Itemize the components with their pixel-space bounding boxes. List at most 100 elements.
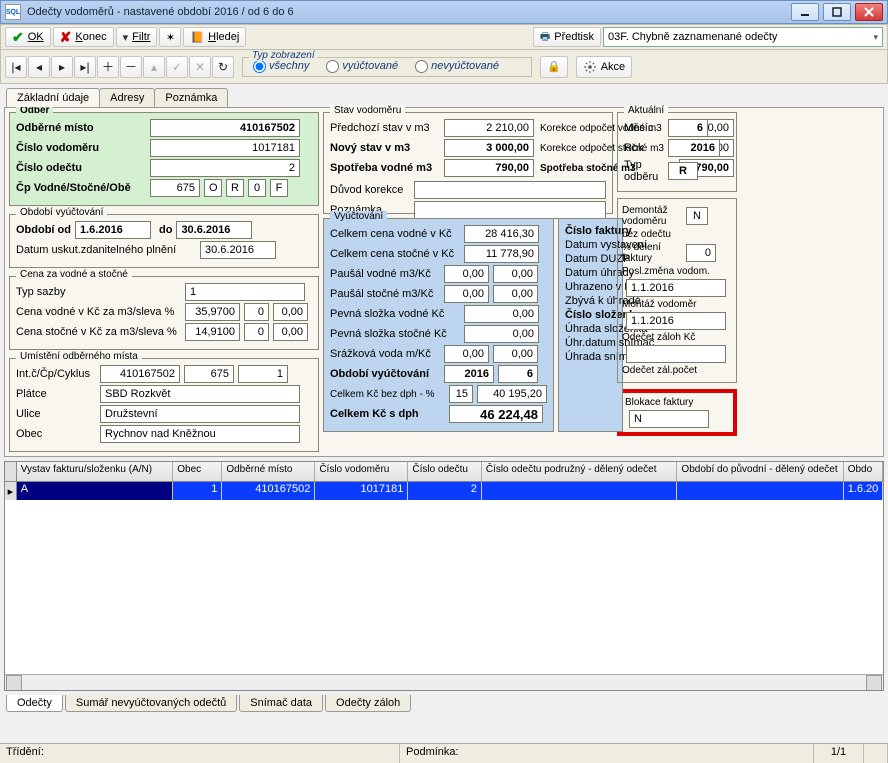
filter-extra-button[interactable]: ✶ [159, 27, 181, 47]
nav-next-button[interactable]: ▸ [51, 56, 73, 78]
tab-zakladni[interactable]: Základní údaje [6, 88, 100, 107]
btab-snimac[interactable]: Snímač data [239, 695, 323, 712]
grid-header-cell[interactable]: Obdo [844, 462, 883, 481]
poznamka-field[interactable] [414, 201, 606, 219]
rok-field[interactable] [668, 139, 720, 157]
grid-header-cell[interactable]: Vystav fakturu/složenku (A/N) [17, 462, 174, 481]
pevna-s-val[interactable] [464, 325, 539, 343]
nav-last-button[interactable]: ▸| [74, 56, 96, 78]
sdph-lbl: Celkem Kč s dph [330, 408, 445, 420]
pevna-v-val[interactable] [464, 305, 539, 323]
grid-header-cell[interactable]: Číslo odečtu podružný - dělený odečet [482, 462, 678, 481]
btab-sumar[interactable]: Sumář nevyúčtovaných odečtů [65, 695, 237, 712]
grid-header-cell[interactable]: Odběrné místo [222, 462, 315, 481]
sdph-val[interactable] [449, 405, 543, 423]
predchozi-field[interactable] [444, 119, 534, 137]
cislo-odectu-field[interactable] [150, 159, 300, 177]
ulice-field[interactable] [100, 405, 300, 423]
check-icon: ✔ [12, 29, 24, 46]
pausal-v1[interactable] [444, 265, 489, 283]
dusk-field[interactable] [200, 241, 276, 259]
nav-refresh-button[interactable]: ↻ [212, 56, 234, 78]
nav-confirm-button[interactable]: ✓ [166, 56, 188, 78]
flag-f-field[interactable] [270, 179, 288, 197]
filtr-button[interactable]: ▾Filtr [116, 27, 158, 47]
btab-zaloh[interactable]: Odečty záloh [325, 695, 411, 712]
nav-add-button[interactable]: ＋ [97, 56, 119, 78]
cena-vodne-field[interactable] [185, 303, 240, 321]
nav-prev-button[interactable]: ◂ [28, 56, 50, 78]
srazk-v2[interactable] [493, 345, 538, 363]
bezdph-val[interactable] [477, 385, 547, 403]
cena-vodne-s1[interactable] [244, 303, 269, 321]
blokace-field[interactable] [629, 410, 709, 428]
duvod-field[interactable] [414, 181, 606, 199]
pausal-v2[interactable] [493, 265, 538, 283]
mesic-field[interactable] [668, 119, 708, 137]
odberne-misto-label: Odběrné místo [16, 122, 146, 134]
tab-adresy[interactable]: Adresy [99, 88, 155, 107]
grid-header-cell[interactable]: Číslo odečtu [408, 462, 481, 481]
nav-cancel-button[interactable]: ✕ [189, 56, 211, 78]
odecet-zal-field[interactable] [626, 345, 726, 363]
radio-nevyuctovane[interactable]: nevyúčtované [415, 60, 499, 72]
int-v2-field[interactable] [184, 365, 234, 383]
deleni-field[interactable] [686, 244, 716, 262]
maximize-button[interactable] [823, 3, 851, 21]
odberne-misto-field[interactable] [150, 119, 300, 137]
posl-field[interactable] [626, 279, 726, 297]
nav-first-button[interactable]: |◂ [5, 56, 27, 78]
obdobi-od-field[interactable] [75, 221, 151, 239]
radio-vsechny[interactable]: všechny [253, 60, 309, 72]
int-v1-field[interactable] [100, 365, 180, 383]
grid-header-cell[interactable]: Obec [173, 462, 222, 481]
ok-button[interactable]: ✔OK [5, 27, 51, 47]
typ-sazby-field[interactable] [185, 283, 305, 301]
pausal-s2[interactable] [493, 285, 538, 303]
grid-body[interactable]: ▸ A 1 410167502 1017181 2 1.6.20 [5, 482, 883, 672]
typ-odberu-field[interactable] [668, 162, 698, 180]
horizontal-scrollbar[interactable] [5, 674, 883, 690]
mont-field[interactable] [626, 312, 726, 330]
grid-header-cell[interactable]: Číslo vodoměru [315, 462, 408, 481]
cena-vodne-s2[interactable] [273, 303, 308, 321]
flag-0-field[interactable] [248, 179, 266, 197]
tab-poznamka[interactable]: Poznámka [154, 88, 228, 107]
demo-field[interactable] [686, 207, 708, 225]
cp-field[interactable] [150, 179, 200, 197]
obd-vy-v2[interactable] [498, 365, 538, 383]
grid-cell: 1017181 [315, 482, 408, 500]
obec-field[interactable] [100, 425, 300, 443]
flag-r-field[interactable] [226, 179, 244, 197]
minimize-button[interactable] [791, 3, 819, 21]
platce-field[interactable] [100, 385, 300, 403]
cena-stocne-field[interactable] [185, 323, 240, 341]
radio-vyuctovane[interactable]: vyúčtované [326, 60, 398, 72]
nav-remove-button[interactable]: － [120, 56, 142, 78]
grid-header-cell[interactable]: Období do původní - dělený odečet [677, 462, 843, 481]
cena-vodne-val[interactable] [464, 225, 539, 243]
close-button[interactable] [855, 3, 883, 21]
report-select[interactable]: 03F. Chybně zaznamenané odečty [603, 27, 883, 47]
srazk-v1[interactable] [444, 345, 489, 363]
bezdph-pct[interactable] [449, 385, 473, 403]
cislo-vodomeru-field[interactable] [150, 139, 300, 157]
hledej-button[interactable]: 📙Hledej [183, 27, 246, 47]
int-v3-field[interactable] [238, 365, 288, 383]
konec-button[interactable]: ✘Konec [53, 27, 114, 47]
btab-odecty[interactable]: Odečty [6, 695, 63, 712]
predtisk-button[interactable]: 🖶Předtisk [533, 27, 601, 47]
obdobi-do-field[interactable] [176, 221, 252, 239]
cena-stocne-s2[interactable] [273, 323, 308, 341]
table-row[interactable]: ▸ A 1 410167502 1017181 2 1.6.20 [5, 482, 883, 500]
lock-button[interactable]: 🔒 [540, 56, 568, 78]
cena-stocne-s1[interactable] [244, 323, 269, 341]
cena-stocne-val[interactable] [464, 245, 539, 263]
flag-o-field[interactable] [204, 179, 222, 197]
obd-vy-v1[interactable] [444, 365, 494, 383]
spotreba-v-field[interactable] [444, 159, 534, 177]
pausal-s1[interactable] [444, 285, 489, 303]
akce-button[interactable]: Akce [576, 56, 632, 78]
novy-field[interactable] [444, 139, 534, 157]
nav-edit-button[interactable]: ▴ [143, 56, 165, 78]
